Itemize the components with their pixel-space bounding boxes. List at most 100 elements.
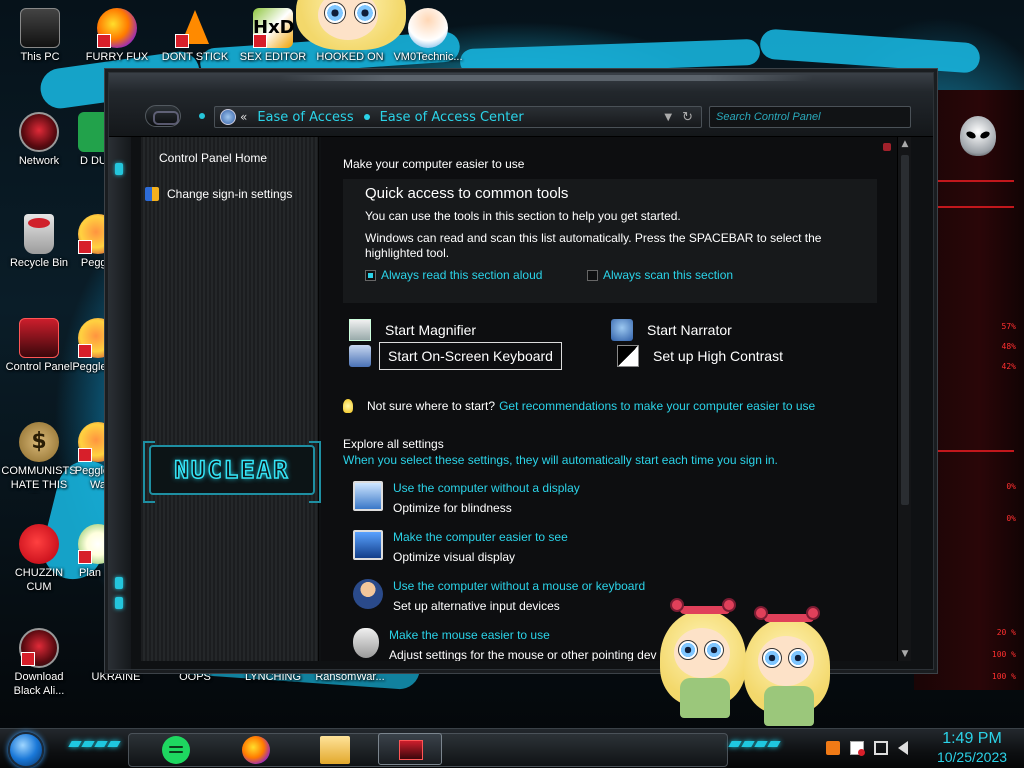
- hud-readout: 0%: [1006, 482, 1016, 491]
- control-panel-taskbar-button[interactable]: [378, 733, 442, 765]
- read-aloud-checkbox[interactable]: Always read this section aloud: [365, 268, 542, 282]
- file-explorer-icon[interactable]: [320, 736, 350, 764]
- breadcrumb-separator[interactable]: [363, 114, 370, 120]
- vlc-cone-icon: [175, 8, 215, 48]
- alien-logo-icon: [960, 116, 996, 156]
- desktop-icon-recycle-bin[interactable]: Recycle Bin: [1, 214, 77, 270]
- setting-description: Set up alternative input devices: [393, 599, 560, 613]
- vertical-scrollbar[interactable]: ▲ ▼: [897, 137, 911, 661]
- desktop-icon-network[interactable]: Network: [1, 112, 77, 168]
- checkbox-unchecked-icon[interactable]: [587, 269, 598, 281]
- computer-icon: [20, 8, 60, 48]
- shield-icon: [145, 187, 159, 201]
- hud-readout: 57%: [1001, 322, 1016, 331]
- search-box[interactable]: [709, 106, 911, 128]
- desktop-icon-label: CHUZZIN CUM: [14, 567, 64, 593]
- desktop-icon-label: Network: [18, 155, 60, 167]
- hint-question: Not sure where to start?: [367, 399, 496, 413]
- light-bulb-icon: [343, 399, 353, 413]
- hud-readout: 48%: [1001, 342, 1016, 351]
- keyboard-icon: [349, 345, 371, 367]
- hex-editor-icon: HxD: [253, 8, 295, 48]
- network-icon[interactable]: [874, 741, 888, 755]
- start-narrator-button[interactable]: Start Narrator: [611, 319, 732, 341]
- refresh-icon[interactable]: ↻: [682, 110, 693, 125]
- sidebar-item-change-sign-in[interactable]: Change sign-in settings: [145, 187, 293, 201]
- desktop-icon-communists[interactable]: $ COMMUNISTS HATE THIS G...: [1, 422, 77, 494]
- clock[interactable]: 1:49 PM 10/25/2023: [924, 730, 1020, 766]
- spotify-icon[interactable]: [162, 736, 190, 764]
- setting-link[interactable]: Use the computer without a mouse or keyb…: [393, 579, 645, 593]
- desktop-icon-furry-fux[interactable]: FURRY FUX: [79, 8, 155, 64]
- start-magnifier-button[interactable]: Start Magnifier: [349, 319, 476, 341]
- chuzzle-icon: [19, 524, 59, 564]
- hud-readout: 100 %: [991, 672, 1016, 681]
- setting-link[interactable]: Make the computer easier to see: [393, 530, 568, 544]
- recommendations-hint: Not sure where to start? Get recommendat…: [343, 399, 815, 413]
- nuclear-logo: NUCLEAR: [143, 441, 321, 503]
- system-tray: [826, 741, 908, 756]
- chevron-down-icon[interactable]: ▼: [664, 112, 672, 123]
- high-contrast-button[interactable]: Set up High Contrast: [617, 345, 783, 367]
- desktop-icon-this-pc[interactable]: This PC: [2, 8, 78, 64]
- breadcrumb-overflow[interactable]: «: [240, 110, 247, 124]
- start-on-screen-keyboard-button[interactable]: Start On-Screen Keyboard: [349, 342, 562, 370]
- desktop-icon-download-black-ali[interactable]: Download Black Ali...: [1, 628, 77, 698]
- checkbox-label: Always scan this section: [603, 268, 734, 282]
- recommendations-link[interactable]: Get recommendations to make your compute…: [499, 399, 815, 413]
- checkbox-checked-icon[interactable]: [365, 269, 376, 281]
- hud-readout: 42%: [1001, 362, 1016, 371]
- tray-app-icon[interactable]: [826, 741, 840, 755]
- cartoon-characters-bottom: [660, 598, 830, 728]
- network-icon: [19, 112, 59, 152]
- desktop-icon-control-panel[interactable]: Control Panel: [1, 318, 77, 374]
- breadcrumb-ease-of-access[interactable]: Ease of Access: [257, 110, 353, 125]
- sidebar-item-label: Change sign-in settings: [167, 187, 293, 201]
- clock-time: 1:49 PM: [942, 730, 1002, 747]
- mouse-icon: [353, 628, 379, 658]
- setting-without-mouse-keyboard: Use the computer without a mouse or keyb…: [353, 579, 645, 613]
- desktop-icon-chuzzin[interactable]: CHUZZIN CUM: [1, 524, 77, 594]
- tool-label: Start Magnifier: [385, 322, 477, 338]
- scroll-up-icon[interactable]: ▲: [898, 137, 911, 151]
- scan-checkbox[interactable]: Always scan this section: [587, 268, 733, 282]
- volume-icon[interactable]: [898, 741, 908, 755]
- hud-readout: 0%: [1006, 514, 1016, 523]
- scroll-down-icon[interactable]: ▼: [898, 647, 911, 661]
- back-forward-button[interactable]: [145, 105, 181, 127]
- setting-link[interactable]: Use the computer without a display: [393, 481, 580, 495]
- sidebar-item-control-panel-home[interactable]: Control Panel Home: [159, 151, 267, 165]
- breadcrumb-ease-of-access-center[interactable]: Ease of Access Center: [380, 110, 524, 125]
- ease-of-access-window: « Ease of Access Ease of Access Center ▼…: [108, 72, 934, 670]
- action-center-icon[interactable]: [850, 741, 865, 756]
- desktop-icon-label: Download Black Ali...: [13, 671, 65, 697]
- explore-heading: Explore all settings: [343, 437, 444, 451]
- desktop-icon-label: RansomWar...: [315, 671, 385, 683]
- firefox-icon[interactable]: [242, 736, 270, 764]
- monitor-icon: [353, 481, 383, 511]
- close-icon[interactable]: [883, 143, 891, 151]
- alien-icon: [19, 628, 59, 668]
- sidebar: Control Panel Home Change sign-in settin…: [141, 137, 321, 661]
- tool-label: Start On-Screen Keyboard: [379, 342, 562, 370]
- tool-label: Start Narrator: [647, 322, 732, 338]
- address-bar[interactable]: « Ease of Access Ease of Access Center ▼…: [214, 106, 702, 128]
- window-titlebar[interactable]: « Ease of Access Ease of Access Center ▼…: [109, 73, 933, 137]
- setting-description: Optimize visual display: [393, 550, 516, 564]
- desktop-icon-label: COMMUNISTS HATE THIS G...: [1, 465, 77, 494]
- start-button[interactable]: [8, 732, 44, 768]
- hud-readout: 100 %: [991, 650, 1016, 659]
- setting-description: Adjust settings for the mouse or other p…: [389, 648, 657, 661]
- quick-access-text: Windows can read and scan this list auto…: [365, 231, 822, 260]
- magnifier-icon: [349, 319, 371, 341]
- setting-link[interactable]: Make the mouse easier to use: [389, 628, 657, 642]
- search-input[interactable]: [716, 111, 904, 123]
- narrator-icon: [611, 319, 633, 341]
- recent-pages-dot[interactable]: [199, 113, 205, 119]
- desktop-icon-dont-stick[interactable]: DONT STICK: [157, 8, 233, 64]
- tool-label: Set up High Contrast: [653, 348, 783, 364]
- setting-mouse-easier: Make the mouse easier to use Adjust sett…: [353, 628, 657, 661]
- desktop-icon-label: FURRY FUX: [85, 51, 149, 63]
- money-bag-icon: $: [19, 422, 59, 462]
- scrollbar-thumb[interactable]: [901, 155, 909, 505]
